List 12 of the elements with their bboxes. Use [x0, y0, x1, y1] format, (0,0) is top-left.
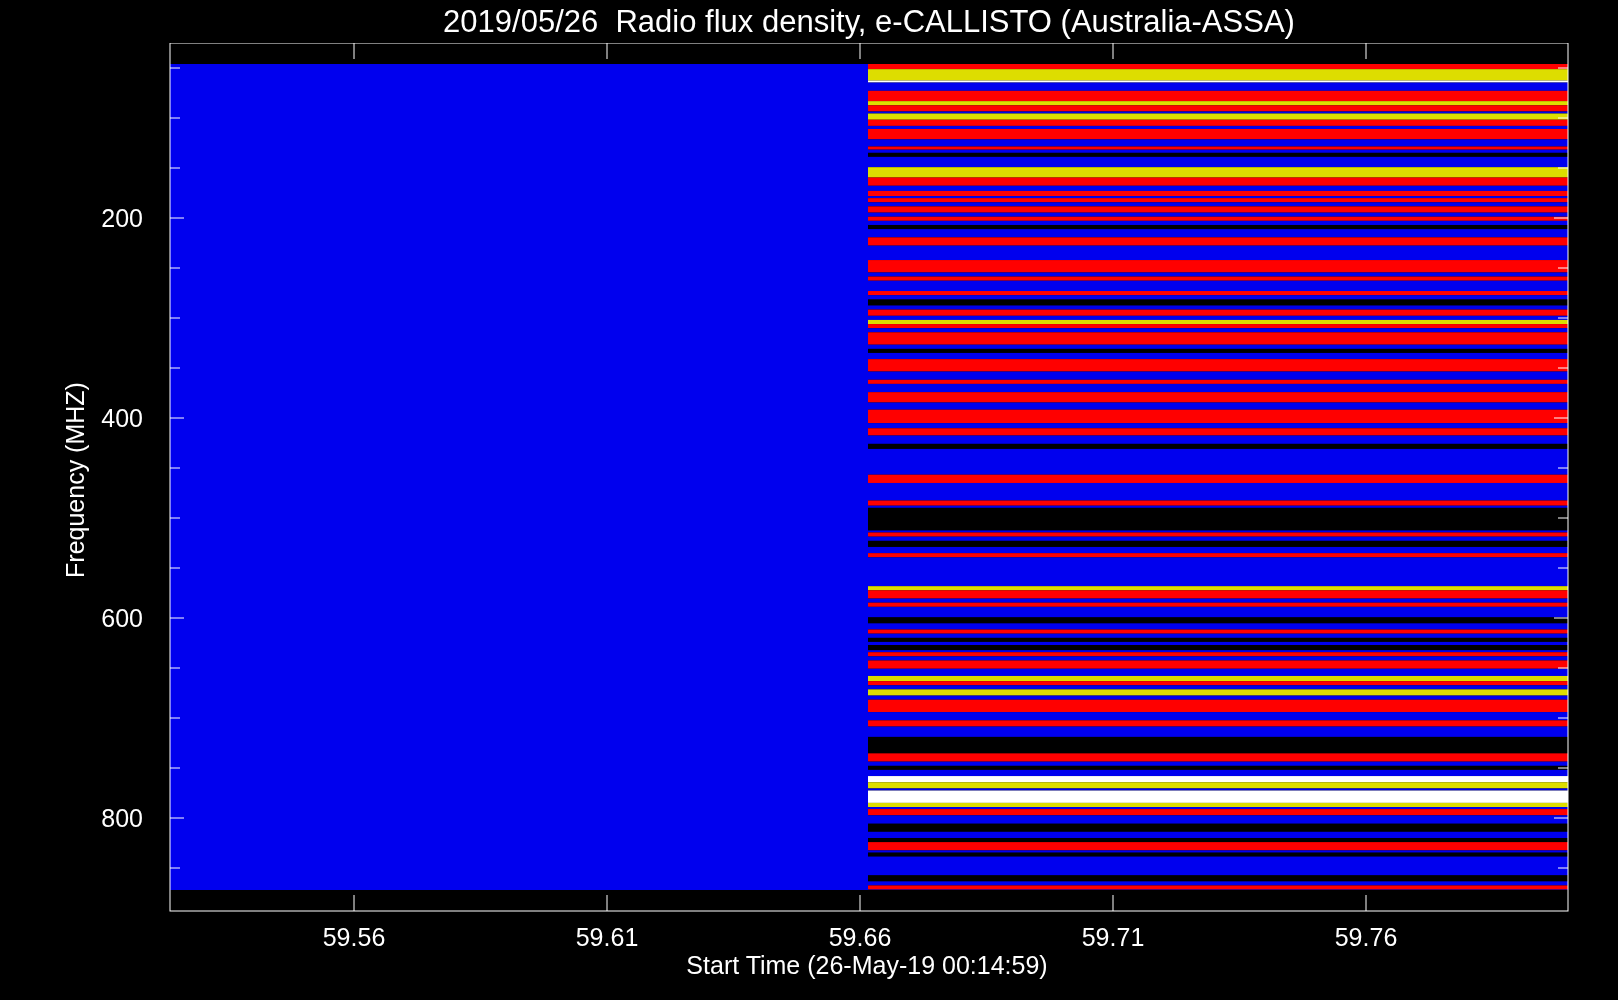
x-tick-label: 59.76 — [1334, 923, 1398, 951]
plot-title: 2019/05/26 Radio flux density, e-CALLISTO (Australia-ASSA) — [443, 6, 1295, 37]
y-tick-label: 400 — [101, 404, 143, 432]
y-tick-label: 200 — [101, 204, 143, 232]
y-axis-label: Frequency (MHZ) — [61, 382, 89, 578]
y-tick-label: 600 — [101, 604, 143, 632]
x-tick-label: 59.66 — [828, 923, 892, 951]
x-tick-label: 59.71 — [1081, 923, 1145, 951]
x-tick-label: 59.56 — [322, 923, 386, 951]
y-tick-label: 800 — [101, 804, 143, 832]
x-tick-label: 59.61 — [575, 923, 639, 951]
x-axis-label: Start Time (26-May-19 00:14:59) — [686, 951, 1048, 979]
